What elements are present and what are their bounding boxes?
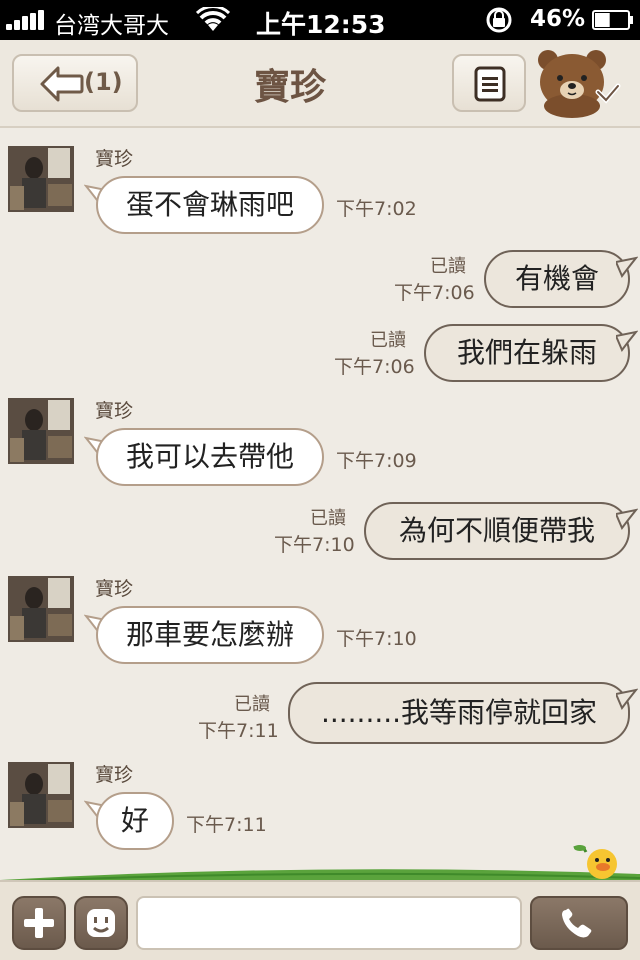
battery-icon [592,10,633,30]
avatar[interactable] [8,762,74,828]
message-time: 下午7:11 [186,814,267,836]
message-bubble[interactable]: 我可以去帶他 [96,428,324,486]
read-status: 已讀 [430,256,466,277]
wifi-icon [196,7,230,31]
read-status: 已讀 [310,508,346,529]
add-button[interactable] [12,896,66,950]
input-bar [0,880,640,960]
message-time: 下午7:10 [336,628,417,650]
message-time: 下午7:11 [198,720,279,742]
chat-title: 寶珍 [253,67,326,108]
message-time: 下午7:06 [394,282,475,304]
brown-bear-icon[interactable] [532,46,628,122]
status-time: 上午12:53 [256,10,386,39]
grass-decoration [0,845,640,884]
chat-header: (1) 寶珍 [0,40,640,128]
menu-list-icon [474,66,506,102]
back-arrow-icon [40,66,84,102]
sender-name: 寶珍 [95,764,134,786]
message-bubble[interactable]: 為何不順便帶我 [364,502,630,560]
bubble-tail [616,256,638,278]
signal-icon [6,10,48,30]
message-bubble[interactable]: .........我等雨停就回家 [288,682,630,744]
read-status: 已讀 [234,694,270,715]
carrier-name: 台湾大哥大 [54,13,169,39]
rotation-lock-icon [486,7,512,33]
avatar[interactable] [8,576,74,642]
message-input[interactable] [136,896,522,950]
chat-area[interactable]: 寶珍 蛋不會琳雨吧 下午7:02 已讀 下午7:06 有機會 已讀 下午7:06… [0,130,640,880]
status-bar: 台湾大哥大 上午12:53 46% [0,0,640,40]
phone-icon [562,908,592,938]
sender-name: 寶珍 [95,578,134,600]
read-status: 已讀 [370,330,406,351]
message-time: 下午7:06 [334,356,415,378]
message-time: 下午7:10 [274,534,355,556]
menu-button[interactable] [452,54,526,112]
call-button[interactable] [530,896,628,950]
message-bubble[interactable]: 那車要怎麼辦 [96,606,324,664]
bubble-tail [616,508,638,530]
battery-percent: 46% [530,6,586,32]
sender-name: 寶珍 [95,148,134,170]
sticker-button[interactable] [74,896,128,950]
message-bubble[interactable]: 我們在躲雨 [424,324,630,382]
unread-count: (1) [84,68,123,96]
avatar[interactable] [8,146,74,212]
bubble-tail [616,688,638,710]
bubble-tail [616,330,638,352]
back-button[interactable]: (1) [12,54,138,112]
sender-name: 寶珍 [95,400,134,422]
message-bubble[interactable]: 有機會 [484,250,630,308]
sticker-face-icon [87,909,115,937]
message-time: 下午7:09 [336,450,417,472]
message-bubble[interactable]: 蛋不會琳雨吧 [96,176,324,234]
avatar[interactable] [8,398,74,464]
plus-icon [24,908,54,938]
message-time: 下午7:02 [336,198,417,220]
